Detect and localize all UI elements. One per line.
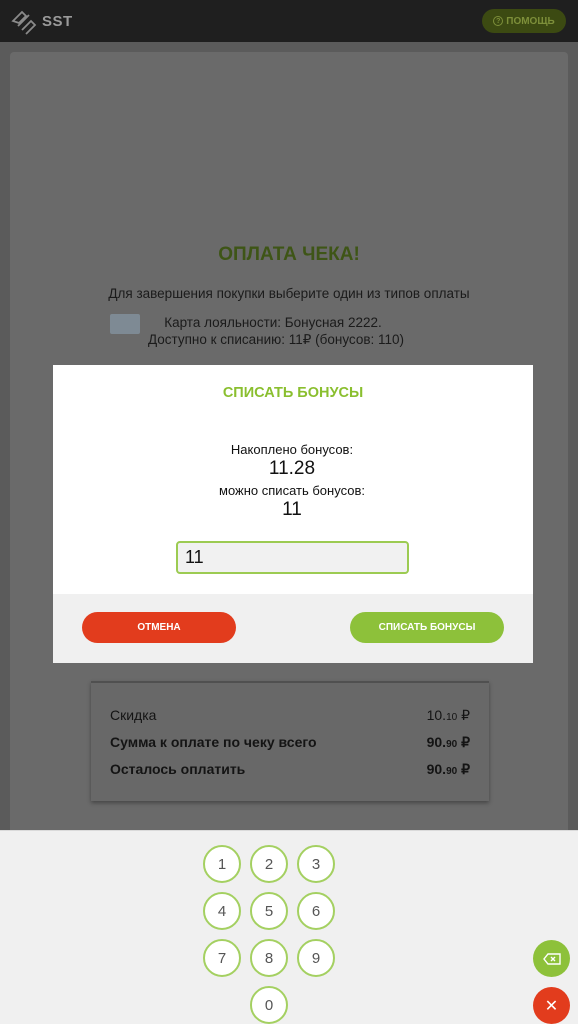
summary-amount: 90.90 ₽ [426, 761, 470, 777]
key-0[interactable]: 0 [250, 986, 288, 1024]
help-button[interactable]: ? ПОМОЩЬ [482, 9, 566, 33]
accumulated-bonuses-label: Накоплено бонусов: [230, 442, 354, 457]
key-1[interactable]: 1 [203, 845, 241, 883]
close-keypad-button[interactable]: ✕ [533, 987, 570, 1024]
writeoff-available-value: 11 [282, 499, 302, 520]
backspace-button[interactable] [533, 940, 570, 977]
summary-amount: 10.10 ₽ [426, 707, 470, 723]
key-3[interactable]: 3 [297, 845, 335, 883]
payment-subtitle: Для завершения покупки выберите один из … [108, 286, 470, 301]
top-bar: SST ? ПОМОЩЬ [0, 0, 578, 42]
key-5[interactable]: 5 [250, 892, 288, 930]
receipt-summary: Скидка 10.10 ₽ Сумма к оплате по чеку вс… [91, 681, 489, 801]
loyalty-card-info: Карта лояльности: Бонусная 2222. [164, 315, 382, 330]
numeric-keypad: 1 2 3 4 5 6 7 8 9 0 ✕ [0, 830, 578, 1024]
write-off-bonuses-dialog: СПИСАТЬ БОНУСЫ Накоплено бонусов: 11.28 … [53, 365, 533, 663]
summary-label: Скидка [110, 707, 157, 723]
accumulated-bonuses-value: 11.28 [268, 458, 316, 479]
key-4[interactable]: 4 [203, 892, 241, 930]
summary-row-remaining: Осталось оплатить 90.90 ₽ [110, 761, 470, 778]
summary-row-total: Сумма к оплате по чеку всего 90.90 ₽ [110, 734, 470, 751]
writeoff-available-label: можно списать бонусов: [219, 483, 365, 498]
summary-label: Сумма к оплате по чеку всего [110, 734, 317, 750]
cancel-button[interactable]: ОТМЕНА [82, 612, 236, 643]
dialog-footer: ОТМЕНА СПИСАТЬ БОНУСЫ [53, 594, 533, 663]
bonus-amount-input[interactable] [176, 541, 409, 574]
backspace-icon [542, 952, 561, 965]
key-8[interactable]: 8 [250, 939, 288, 977]
summary-amount: 90.90 ₽ [426, 734, 470, 750]
close-icon: ✕ [544, 997, 559, 1015]
question-icon: ? [493, 16, 504, 26]
key-9[interactable]: 9 [297, 939, 335, 977]
logo: SST [10, 6, 73, 36]
summary-row-discount: Скидка 10.10 ₽ [110, 707, 470, 724]
dialog-title: СПИСАТЬ БОНУСЫ [222, 385, 364, 401]
write-off-bonuses-button[interactable]: СПИСАТЬ БОНУСЫ [350, 612, 504, 643]
logo-text: SST [42, 12, 73, 30]
logo-icon [11, 10, 37, 35]
key-6[interactable]: 6 [297, 892, 335, 930]
key-7[interactable]: 7 [203, 939, 241, 977]
page-title: ОПЛАТА ЧЕКА! [218, 244, 360, 265]
key-2[interactable]: 2 [250, 845, 288, 883]
loyalty-available: Доступно к списанию: 11₽ (бонусов: 110) [147, 332, 405, 347]
help-button-label: ПОМОЩЬ [506, 15, 555, 27]
summary-label: Осталось оплатить [110, 761, 246, 777]
